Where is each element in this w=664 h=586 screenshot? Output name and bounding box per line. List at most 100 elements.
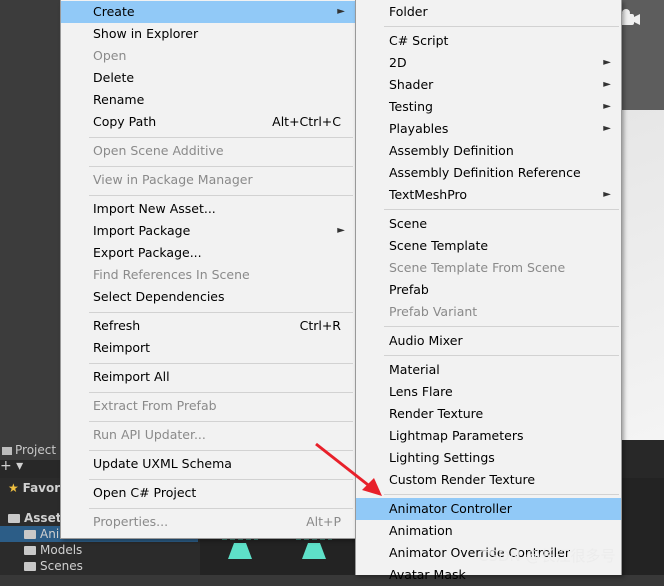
menu-item-testing[interactable]: Testing ►	[356, 96, 621, 118]
menu-item-label: C# Script	[389, 33, 449, 48]
menu-item-label: Material	[389, 362, 440, 377]
chevron-right-icon: ►	[603, 57, 611, 68]
chevron-right-icon: ►	[337, 225, 345, 236]
menu-item-assembly-definition[interactable]: Assembly Definition	[356, 140, 621, 162]
menu-item-animator-controller[interactable]: Animator Controller	[356, 498, 621, 520]
watermark: CSDN @长江很多号	[478, 547, 616, 565]
menu-item-import-package[interactable]: Import Package ►	[61, 220, 355, 242]
menu-item-scene[interactable]: Scene	[356, 213, 621, 235]
menu-item-open: Open	[61, 45, 355, 67]
scene-view[interactable]	[615, 0, 664, 440]
menu-item-material[interactable]: Material	[356, 359, 621, 381]
menu-item-label: Import Package	[93, 223, 191, 238]
menu-item-label: Testing	[389, 99, 433, 114]
menu-item-copy-path[interactable]: Copy Path Alt+Ctrl+C	[61, 111, 355, 133]
chevron-right-icon: ►	[603, 101, 611, 112]
menu-item-export-package[interactable]: Export Package...	[61, 242, 355, 264]
menu-item-lens-flare[interactable]: Lens Flare	[356, 381, 621, 403]
menu-item-label: Folder	[389, 4, 428, 19]
menu-item-2d[interactable]: 2D ►	[356, 52, 621, 74]
menu-separator	[89, 363, 353, 364]
menu-item-lighting-settings[interactable]: Lighting Settings	[356, 447, 621, 469]
menu-item-folder[interactable]: Folder	[356, 1, 621, 23]
menu-item-label: Scene	[389, 216, 428, 231]
chevron-right-icon: ►	[603, 79, 611, 90]
menu-item-open-scene-additive: Open Scene Additive	[61, 140, 355, 162]
menu-item-label: Reimport All	[93, 369, 170, 384]
menu-item-label: Find References In Scene	[93, 267, 250, 282]
menu-item-render-texture[interactable]: Render Texture	[356, 403, 621, 425]
menu-item-refresh[interactable]: Refresh Ctrl+R	[61, 315, 355, 337]
menu-item-label: Create	[93, 4, 135, 19]
project-folder-icon	[2, 447, 12, 455]
folder-icon	[8, 514, 20, 523]
menu-separator	[384, 494, 619, 495]
menu-item-find-references-in-scene: Find References In Scene	[61, 264, 355, 286]
menu-item-label: Prefab Variant	[389, 304, 478, 319]
menu-item-label: Open Scene Additive	[93, 143, 224, 158]
chevron-right-icon: ►	[603, 123, 611, 134]
menu-item-label: Scene Template	[389, 238, 489, 253]
tree-item-assets[interactable]: Asset	[8, 510, 61, 526]
annotation-arrow-icon	[315, 442, 382, 496]
menu-separator	[89, 421, 353, 422]
menu-item-shortcut: Alt+Ctrl+C	[272, 114, 341, 129]
menu-item-prefab[interactable]: Prefab	[356, 279, 621, 301]
menu-item-rename[interactable]: Rename	[61, 89, 355, 111]
tree-item-models[interactable]: Models	[24, 542, 82, 558]
menu-item-label: Reimport	[93, 340, 151, 355]
menu-item-reimport[interactable]: Reimport	[61, 337, 355, 359]
menu-item-lightmap-parameters[interactable]: Lightmap Parameters	[356, 425, 621, 447]
menu-item-label: Lightmap Parameters	[389, 428, 524, 443]
chevron-right-icon: ►	[337, 6, 345, 17]
menu-item-shader[interactable]: Shader ►	[356, 74, 621, 96]
menu-item-label: Assembly Definition Reference	[389, 165, 581, 180]
menu-item-textmeshpro[interactable]: TextMeshPro ►	[356, 184, 621, 206]
menu-item-reimport-all[interactable]: Reimport All	[61, 366, 355, 388]
menu-item-shortcut: Alt+P	[306, 514, 341, 529]
menu-separator	[89, 312, 353, 313]
menu-separator	[384, 355, 619, 356]
create-dropdown-button[interactable]: + ▾	[0, 458, 23, 474]
menu-item-label: Open C# Project	[93, 485, 197, 500]
menu-item-extract-from-prefab: Extract From Prefab	[61, 395, 355, 417]
menu-item-label: Import New Asset...	[93, 201, 216, 216]
menu-separator	[89, 195, 353, 196]
project-tab[interactable]: Project	[0, 440, 60, 460]
scene-ground-plane	[615, 110, 664, 440]
menu-item-select-dependencies[interactable]: Select Dependencies	[61, 286, 355, 308]
menu-item-label: Select Dependencies	[93, 289, 225, 304]
menu-item-audio-mixer[interactable]: Audio Mixer	[356, 330, 621, 352]
menu-separator	[89, 166, 353, 167]
menu-item-label: Shader	[389, 77, 434, 92]
folder-icon	[24, 562, 36, 571]
menu-item-playables[interactable]: Playables ►	[356, 118, 621, 140]
menu-item-import-new-asset[interactable]: Import New Asset...	[61, 198, 355, 220]
menu-item-label: Rename	[93, 92, 145, 107]
menu-item-label: Avatar Mask	[389, 567, 466, 582]
tree-item-favorites[interactable]: ★ Favor	[8, 480, 60, 496]
menu-item-label: Extract From Prefab	[93, 398, 217, 413]
menu-item-label: Lighting Settings	[389, 450, 495, 465]
camera-gizmo-icon[interactable]	[619, 8, 641, 28]
menu-item-create[interactable]: Create ►	[61, 1, 355, 23]
menu-item-assembly-definition-reference[interactable]: Assembly Definition Reference	[356, 162, 621, 184]
menu-separator	[384, 209, 619, 210]
menu-item-label: Export Package...	[93, 245, 202, 260]
folder-icon	[24, 546, 36, 555]
menu-item-scene-template[interactable]: Scene Template	[356, 235, 621, 257]
menu-separator	[89, 508, 353, 509]
menu-item-label: Delete	[93, 70, 135, 85]
menu-item-label: Refresh	[93, 318, 141, 333]
star-icon: ★	[8, 481, 23, 495]
menu-item-delete[interactable]: Delete	[61, 67, 355, 89]
menu-item-label: Show in Explorer	[93, 26, 199, 41]
tree-item-scenes[interactable]: Scenes	[24, 558, 83, 574]
menu-item-animation[interactable]: Animation	[356, 520, 621, 542]
menu-item-label: 2D	[389, 55, 407, 70]
menu-item-show-in-explorer[interactable]: Show in Explorer	[61, 23, 355, 45]
menu-item-custom-render-texture[interactable]: Custom Render Texture	[356, 469, 621, 491]
menu-item-csharp-script[interactable]: C# Script	[356, 30, 621, 52]
menu-item-properties: Properties... Alt+P	[61, 511, 355, 533]
menu-item-avatar-mask[interactable]: Avatar Mask	[356, 564, 621, 586]
